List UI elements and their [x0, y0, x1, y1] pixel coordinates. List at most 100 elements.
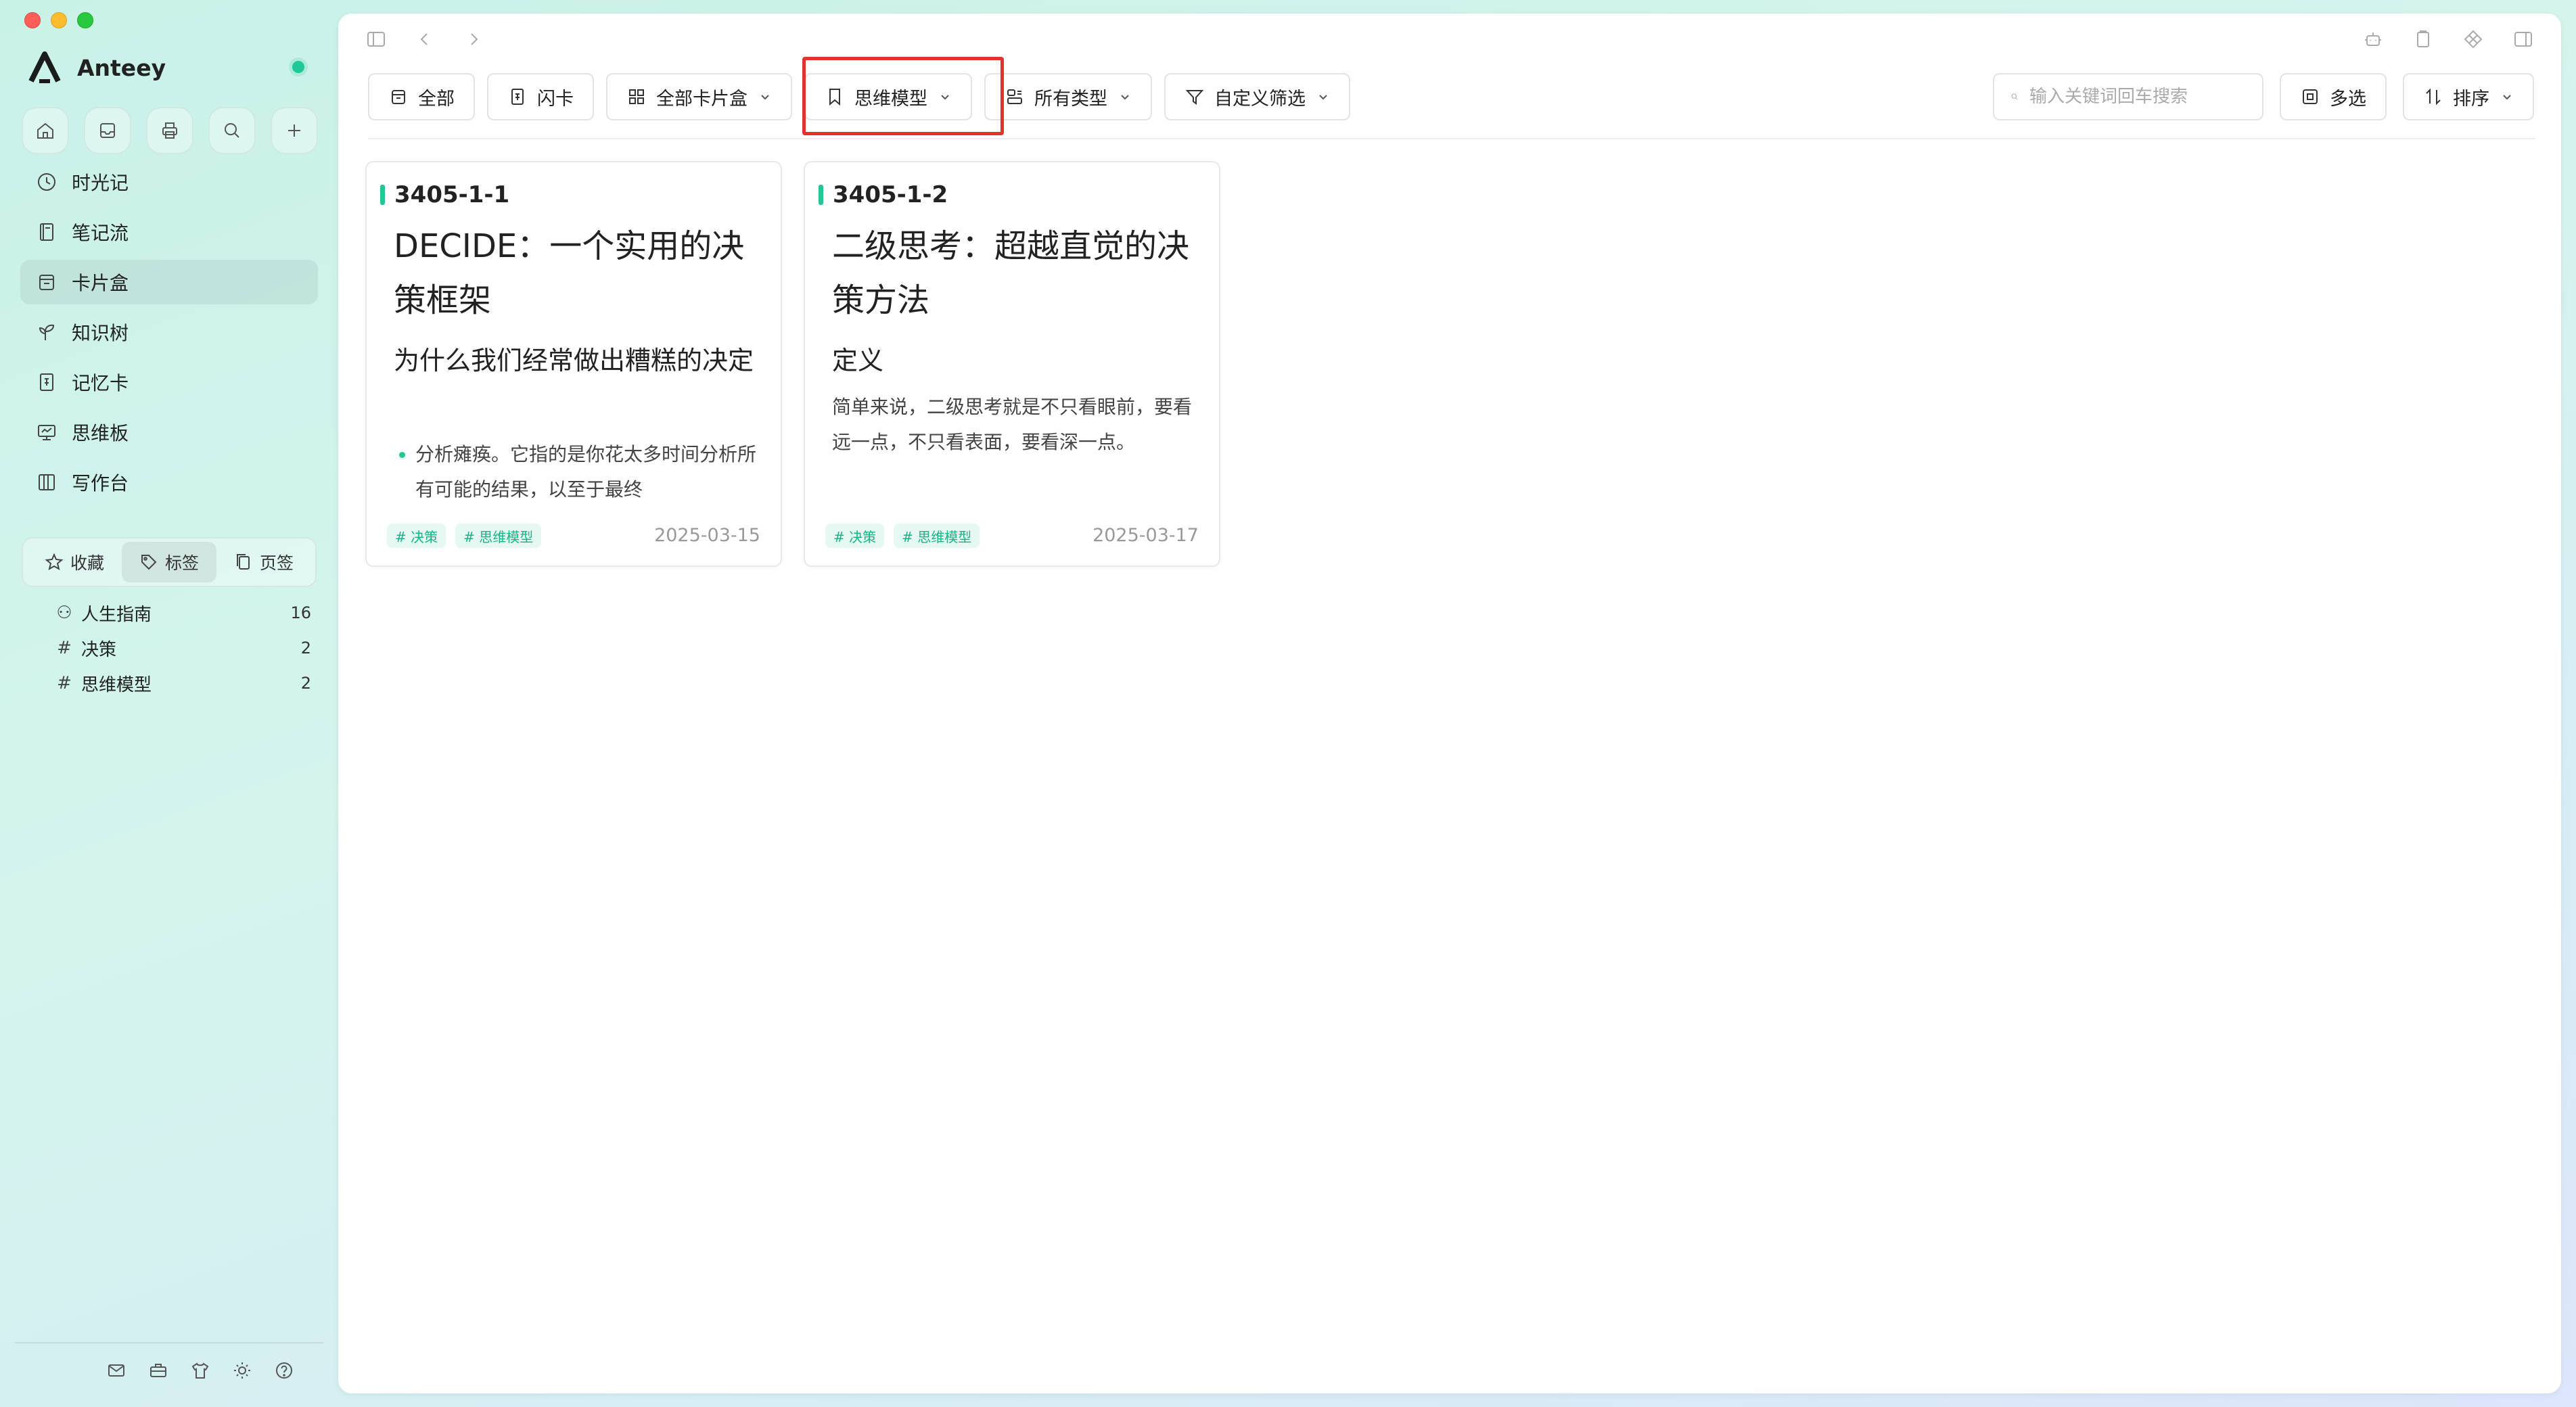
search-box[interactable] — [1993, 73, 2263, 120]
tag-name: 决策 — [81, 639, 117, 660]
card-date: 2025-03-17 — [1092, 525, 1199, 546]
mail-icon[interactable] — [106, 1360, 127, 1381]
toolbox-icon[interactable] — [147, 1360, 169, 1381]
chevron-down-icon — [941, 95, 949, 100]
card-item[interactable]: 3405-1-2 二级思考：超越直觉的决策方法 定义 简单来说，二级思考就是不只… — [804, 161, 1220, 567]
segment-favorites[interactable]: 收藏 — [27, 542, 122, 582]
hash-icon: # — [57, 638, 72, 658]
app-name: Anteey — [77, 54, 166, 81]
whiteboard-icon — [38, 425, 55, 440]
notebook-icon — [40, 223, 53, 241]
tag-count: 2 — [300, 639, 311, 658]
star-icon — [45, 553, 64, 571]
brand[interactable]: Anteey — [26, 46, 166, 89]
sidebar-item-memory-cards[interactable]: 记忆卡 — [20, 360, 318, 405]
topbar-actions — [2362, 28, 2534, 50]
segment-label: 收藏 — [70, 553, 104, 573]
multi-select-button[interactable]: 多选 — [2280, 73, 2387, 120]
toolbar-divider — [368, 138, 2535, 139]
sort-dropdown[interactable]: 排序 — [2403, 73, 2534, 120]
sidebar-item-knowledge-tree[interactable]: 知识树 — [20, 310, 318, 354]
card-item[interactable]: 3405-1-1 DECIDE：一个实用的决策框架 为什么我们经常做出糟糕的决定… — [365, 161, 782, 567]
sidebar-item-card-box[interactable]: 卡片盒 — [20, 260, 318, 304]
card-tag[interactable]: # 决策 — [387, 524, 446, 548]
home-icon — [37, 122, 53, 139]
robot-icon[interactable] — [2362, 28, 2384, 50]
tag-name: 人生指南 — [81, 604, 152, 625]
search-icon — [225, 123, 239, 138]
card-boxes-dropdown[interactable]: 全部卡片盒 — [606, 73, 792, 120]
bookmark-icon — [829, 89, 840, 106]
sprout-icon — [39, 324, 55, 340]
card-id: 3405-1-2 — [819, 181, 948, 208]
sidebar-item-label: 记忆卡 — [72, 372, 129, 394]
help-icon[interactable] — [273, 1360, 295, 1381]
sidebar-item-writing-desk[interactable]: 写作台 — [20, 460, 318, 505]
search-input[interactable] — [2029, 87, 2246, 107]
card-tags: # 决策 # 思维模型 — [387, 524, 542, 548]
printer-icon — [162, 122, 177, 139]
all-button[interactable]: 全部 — [368, 73, 475, 120]
shirt-icon[interactable] — [189, 1360, 211, 1381]
back-icon[interactable] — [414, 28, 436, 50]
accent-bar — [380, 185, 385, 205]
segment-tags[interactable]: 标签 — [122, 542, 216, 582]
memory-card-icon — [40, 373, 53, 391]
sidebar-item-notes[interactable]: 笔记流 — [20, 210, 318, 254]
card-title: DECIDE：一个实用的决策框架 — [394, 227, 745, 319]
card-bullet-text: 分析瘫痪。它指的是你花太多时间分析所有可能的结果，以至于最终 — [394, 437, 759, 507]
types-dropdown[interactable]: 所有类型 — [984, 73, 1152, 120]
sidebar-item-mind-board[interactable]: 思维板 — [20, 410, 318, 455]
segment-label: 页签 — [259, 553, 294, 573]
card-body-text: 简单来说，二级思考就是不只看眼前，要看远一点，不只看表面，要看深一点。 — [832, 396, 1193, 453]
flashcard-button[interactable]: 闪卡 — [487, 73, 594, 120]
custom-filter-dropdown[interactable]: 自定义筛选 — [1164, 73, 1350, 120]
print-button[interactable] — [146, 107, 193, 154]
tag-count: 16 — [290, 603, 311, 622]
app-logo-icon — [28, 51, 61, 83]
chevron-down-icon — [1121, 95, 1129, 100]
card-id-text: 3405-1-1 — [394, 181, 510, 208]
types-icon — [1007, 89, 1022, 104]
quick-actions — [22, 107, 318, 154]
add-button[interactable] — [271, 107, 318, 154]
toggle-right-panel-icon[interactable] — [2512, 28, 2534, 50]
main-nav: 时光记 笔记流 卡片盒 知识树 记忆卡 思维板 写作台 — [20, 160, 318, 510]
card-tag[interactable]: # 决策 — [825, 524, 885, 548]
writing-desk-icon — [39, 474, 55, 490]
toolbar-right: 多选 排序 — [1993, 73, 2534, 120]
sort-label: 排序 — [2453, 88, 2489, 110]
inbox-button[interactable] — [84, 107, 131, 154]
tag-item-life-guide[interactable]: ⚇ 人生指南 16 — [54, 595, 311, 630]
mental-model-dropdown[interactable]: 思维模型 — [804, 73, 972, 120]
tag-group-icon: ⚇ — [56, 603, 72, 623]
filter-toolbar: 全部 闪卡 全部卡片盒 思维模型 所有类型 自定义筛选 — [368, 73, 1350, 120]
sidebar-footer — [106, 1360, 295, 1381]
tag-item-mental-model[interactable]: # 思维模型 2 — [54, 666, 311, 701]
plugin-icon[interactable] — [2462, 28, 2484, 50]
clock-icon — [38, 173, 55, 191]
tag-item-decision[interactable]: # 决策 2 — [54, 630, 311, 666]
forward-icon[interactable] — [463, 28, 484, 50]
flashcard-icon — [511, 89, 524, 105]
card-title: 二级思考：超越直觉的决策方法 — [832, 227, 1190, 319]
toggle-sidebar-icon[interactable] — [365, 28, 387, 50]
clipboard-icon[interactable] — [2412, 28, 2434, 50]
search-icon — [2011, 93, 2018, 100]
grid-icon — [629, 89, 644, 104]
sidebar-divider — [15, 1342, 323, 1343]
flashcard-button-label: 闪卡 — [537, 88, 574, 110]
box-icon — [392, 90, 405, 104]
card-tag[interactable]: # 思维模型 — [894, 524, 980, 548]
card-tag[interactable]: # 思维模型 — [455, 524, 542, 548]
search-button[interactable] — [208, 107, 256, 154]
home-button[interactable] — [22, 107, 69, 154]
card-date: 2025-03-15 — [654, 525, 760, 546]
sun-icon[interactable] — [231, 1360, 253, 1381]
sidebar: Anteey 时光记 笔记流 卡片盒 知识树 记忆卡 思维板 写作台 收藏 标签… — [0, 0, 336, 1407]
topbar-nav — [365, 28, 484, 50]
segment-pages[interactable]: 页签 — [216, 542, 311, 582]
tag-list: ⚇ 人生指南 16 # 决策 2 # 思维模型 2 — [54, 595, 311, 701]
chevron-down-icon — [2503, 95, 2511, 100]
sidebar-item-timeline[interactable]: 时光记 — [20, 160, 318, 204]
